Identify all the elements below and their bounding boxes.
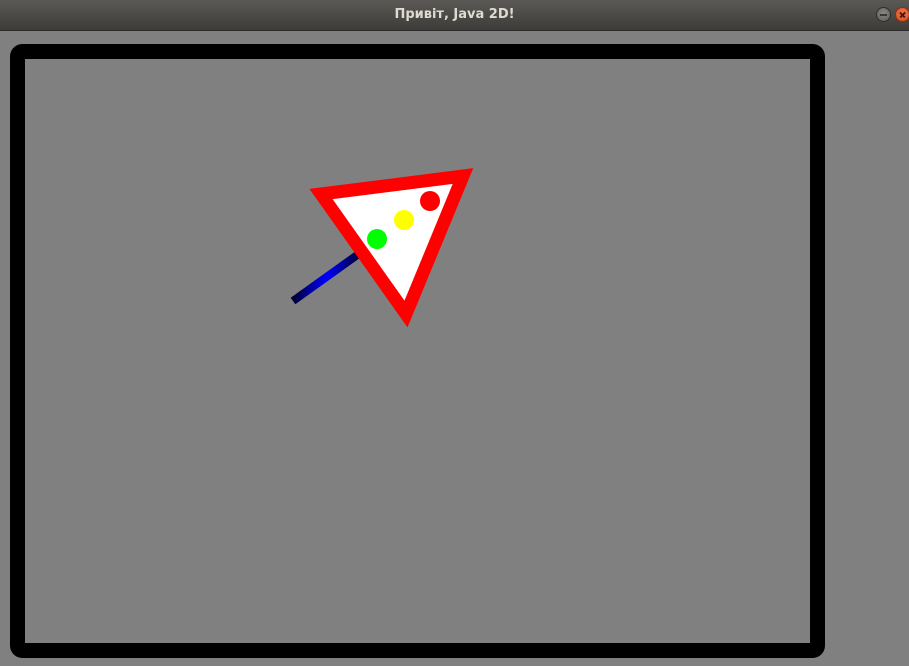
yellow-light — [394, 210, 414, 230]
drawing-canvas — [0, 31, 909, 666]
close-icon[interactable] — [895, 7, 909, 22]
red-light — [420, 191, 440, 211]
window-title: Привіт, Java 2D! — [394, 7, 515, 22]
canvas-background — [0, 31, 909, 666]
minimize-icon[interactable] — [876, 7, 891, 22]
green-light — [367, 229, 387, 249]
title-bar[interactable]: Привіт, Java 2D! — [0, 0, 909, 31]
app-window: Привіт, Java 2D! — [0, 0, 909, 666]
